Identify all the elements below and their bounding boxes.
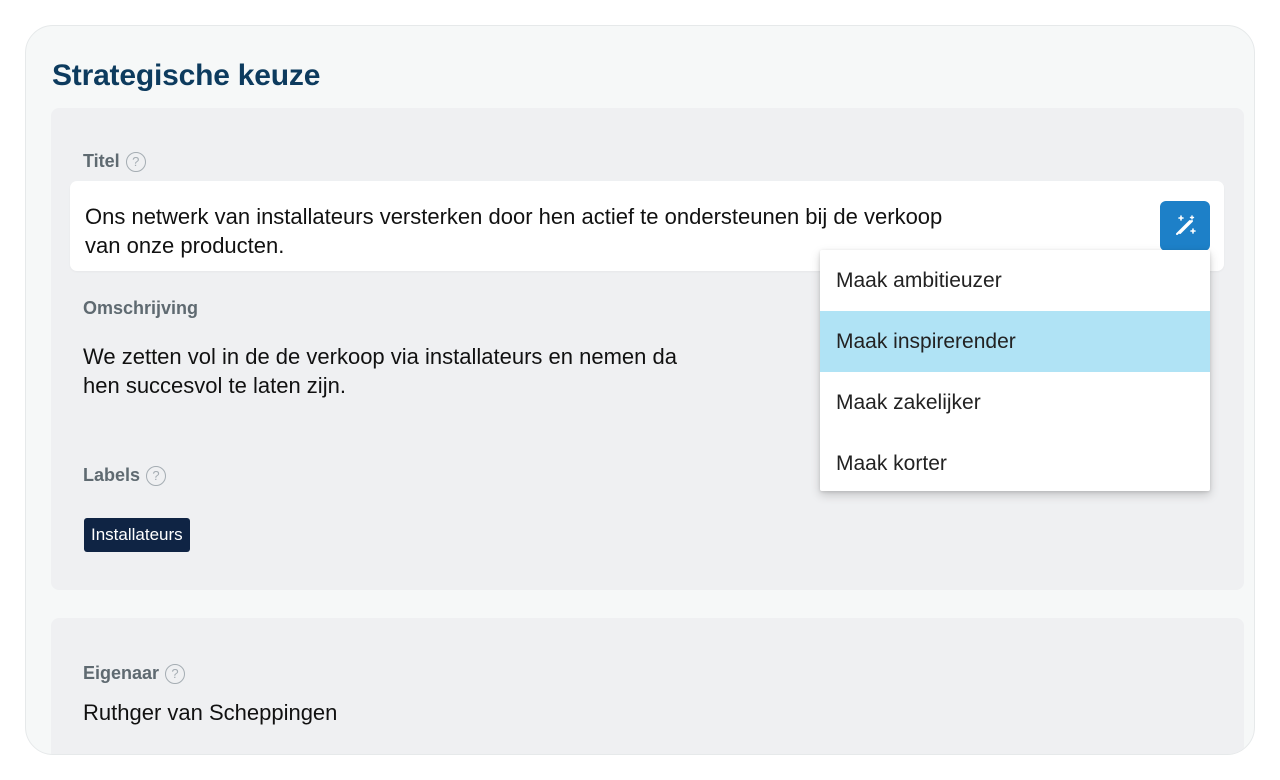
ai-rewrite-button[interactable] xyxy=(1160,201,1210,251)
owner-panel: Eigenaar ? Ruthger van Scheppingen xyxy=(51,618,1244,754)
label-tag[interactable]: Installateurs xyxy=(84,518,190,552)
card-title: Strategische keuze xyxy=(52,59,321,92)
menu-item-ambitious[interactable]: Maak ambitieuzer xyxy=(820,250,1210,311)
labels-field-label: Labels ? xyxy=(83,465,167,486)
question-circle-icon[interactable]: ? xyxy=(146,465,167,486)
description-label-text: Omschrijving xyxy=(83,298,199,318)
owner-label-text: Eigenaar xyxy=(83,663,160,683)
title-field-label: Titel ? xyxy=(83,151,146,172)
menu-item-businesslike[interactable]: Maak zakelijker xyxy=(820,372,1210,433)
labels-label-text: Labels xyxy=(83,465,141,485)
menu-item-shorter[interactable]: Maak korter xyxy=(820,433,1210,494)
question-circle-icon[interactable]: ? xyxy=(165,663,186,684)
title-label-text: Titel xyxy=(83,151,120,171)
menu-item-inspiring[interactable]: Maak inspirerender xyxy=(820,311,1210,372)
ai-suggestions-menu: Maak ambitieuzer Maak inspirerender Maak… xyxy=(820,250,1210,491)
owner-field-label: Eigenaar ? xyxy=(83,663,186,684)
question-circle-icon[interactable]: ? xyxy=(125,151,146,172)
description-field-label: Omschrijving xyxy=(83,298,198,319)
magic-wand-icon xyxy=(1176,215,1196,235)
owner-value[interactable]: Ruthger van Scheppingen xyxy=(83,700,337,726)
